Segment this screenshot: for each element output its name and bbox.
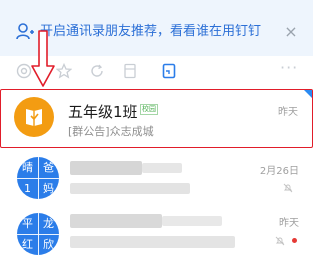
chat-time: 昨天 — [279, 218, 299, 229]
blurred-preview — [70, 236, 235, 248]
document-group-icon — [26, 109, 42, 126]
chat-time: 昨天 — [278, 107, 298, 118]
group-avatar — [14, 97, 54, 137]
blurred-title — [70, 161, 142, 175]
banner-text: 开启通讯录朋友推荐，看看谁在用钉钉 — [40, 24, 262, 39]
chat-item[interactable]: 晴 爸 1 妈 2月26日 — [0, 150, 313, 204]
chat-title: 五年级1班 — [68, 103, 138, 121]
avatar-char: 妈 — [43, 182, 54, 195]
avatar-char: 龙 — [43, 217, 54, 230]
document-icon[interactable] — [161, 63, 177, 79]
more-icon[interactable]: ··· — [280, 58, 298, 77]
campus-badge: 校园 — [140, 104, 158, 115]
pinned-corner-marker — [304, 90, 312, 98]
group-avatar: 晴 爸 1 妈 — [17, 157, 59, 199]
annotation-arrow-icon — [31, 30, 55, 87]
avatar-char: 欣 — [43, 238, 54, 251]
avatar-char: 爸 — [43, 161, 54, 174]
avatar-char: 1 — [24, 182, 31, 195]
avatar-char: 红 — [22, 238, 33, 251]
blurred-title — [70, 214, 162, 228]
blurred-title — [142, 163, 182, 173]
refresh-icon[interactable] — [89, 63, 105, 79]
blurred-preview — [70, 183, 190, 194]
chat-preview: [群公告]众志成城 — [68, 125, 154, 138]
note-icon[interactable] — [122, 63, 138, 79]
chat-time: 2月26日 — [259, 166, 299, 177]
avatar-char: 平 — [22, 217, 33, 230]
close-icon[interactable]: × — [282, 23, 300, 41]
star-icon[interactable] — [56, 63, 72, 79]
chat-item[interactable]: 平 龙 红 欣 昨天 — [0, 206, 313, 258]
unread-dot — [292, 238, 297, 243]
avatar-char: 晴 — [22, 161, 33, 174]
mute-bell-icon — [283, 183, 293, 193]
mute-bell-icon — [275, 236, 285, 246]
chat-item-selected[interactable]: 五年级1班 校园 [群公告]众志成城 昨天 — [0, 89, 313, 148]
blurred-title — [162, 216, 222, 226]
group-avatar: 平 龙 红 欣 — [17, 213, 59, 255]
